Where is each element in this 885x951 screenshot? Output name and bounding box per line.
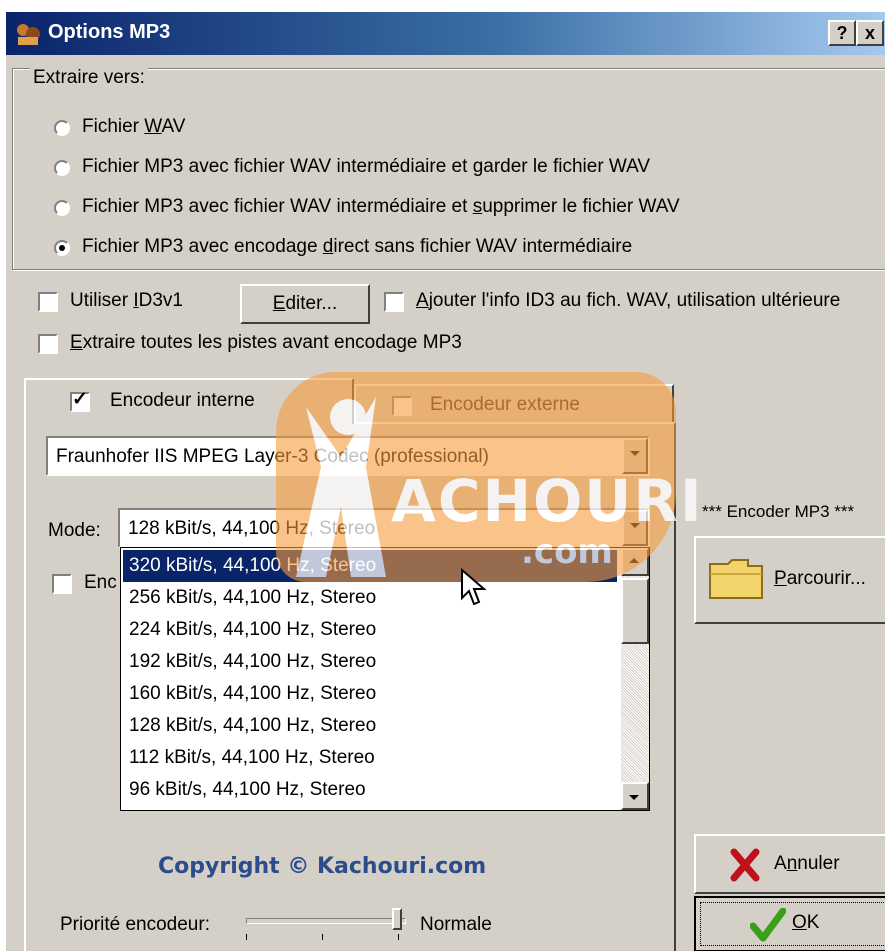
mode-option[interactable]: 96 kBit/s, 44,100 Hz, Stereo bbox=[123, 774, 617, 806]
mode-dropdown-button[interactable] bbox=[622, 510, 648, 546]
scroll-thumb[interactable] bbox=[621, 578, 649, 644]
radio-wav[interactable] bbox=[54, 120, 70, 136]
use-id3v1-label[interactable]: Utiliser ID3v1 bbox=[70, 290, 183, 312]
radio-mp3-direct[interactable] bbox=[54, 240, 70, 256]
cancel-button-label: Annuler bbox=[774, 853, 840, 874]
tab-internal-encoder-label: Encodeur interne bbox=[110, 390, 255, 411]
slider-tick bbox=[398, 934, 399, 940]
ok-checkmark-icon bbox=[750, 908, 786, 942]
options-mp3-dialog: Options MP3 ? x Extraire vers: Fichier W… bbox=[4, 10, 885, 951]
copyright-text: Copyright © Kachouri.com bbox=[158, 854, 487, 879]
folder-icon bbox=[709, 559, 763, 599]
cancel-button[interactable]: Annuler bbox=[694, 834, 885, 894]
codec-select[interactable]: Fraunhofer IIS MPEG Layer-3 Codec (profe… bbox=[46, 436, 650, 476]
ok-button-label: OK bbox=[792, 912, 820, 933]
encoder-mp3-label: *** Encoder MP3 *** bbox=[702, 502, 855, 521]
app-icon bbox=[17, 24, 40, 45]
radio-mp3-delete-wav[interactable] bbox=[54, 200, 70, 216]
use-id3v1-checkbox[interactable] bbox=[38, 292, 58, 312]
chevron-up-icon bbox=[629, 558, 639, 563]
radio-mp3-direct-label[interactable]: Fichier MP3 avec encodage direct sans fi… bbox=[82, 236, 632, 258]
add-id3-wav-checkbox[interactable] bbox=[384, 292, 404, 312]
close-button[interactable]: x bbox=[856, 20, 884, 46]
mode-select[interactable]: 128 kBit/s, 44,100 Hz, Stereo bbox=[118, 508, 650, 548]
tab-external-encoder-label: Encodeur externe bbox=[430, 394, 580, 415]
scroll-up-button[interactable] bbox=[621, 548, 649, 576]
chevron-down-icon bbox=[630, 523, 640, 528]
priority-value: Normale bbox=[420, 914, 492, 935]
mode-dropdown-list[interactable]: 320 kBit/s, 44,100 Hz, Stereo 256 kBit/s… bbox=[120, 547, 650, 811]
mode-select-value: 128 kBit/s, 44,100 Hz, Stereo bbox=[128, 518, 376, 539]
add-id3-wav-label[interactable]: Ajouter l'info ID3 au fich. WAV, utilisa… bbox=[416, 290, 840, 312]
codec-select-value: Fraunhofer IIS MPEG Layer-3 Codec (profe… bbox=[56, 446, 489, 467]
check-icon: ✓ bbox=[72, 389, 88, 410]
mode-option[interactable]: 256 kBit/s, 44,100 Hz, Stereo bbox=[123, 582, 617, 614]
radio-mp3-keep-wav-label[interactable]: Fichier MP3 avec fichier WAV intermédiai… bbox=[82, 156, 650, 178]
dropdown-scrollbar[interactable] bbox=[621, 548, 649, 810]
mode-label: Mode: bbox=[48, 520, 101, 541]
priority-slider-track[interactable] bbox=[246, 918, 406, 924]
mode-option[interactable]: 320 kBit/s, 44,100 Hz, Stereo bbox=[123, 550, 617, 582]
edit-id3-button[interactable]: Editer... bbox=[240, 284, 370, 324]
mouse-cursor-icon bbox=[461, 568, 487, 606]
radio-wav-label[interactable]: Fichier WAV bbox=[82, 116, 185, 138]
ok-button[interactable]: OK bbox=[694, 896, 885, 951]
internal-encoder-checkbox[interactable]: ✓ bbox=[70, 389, 90, 412]
tab-external-encoder[interactable]: Encodeur externe bbox=[354, 384, 674, 424]
radio-mp3-keep-wav[interactable] bbox=[54, 160, 70, 176]
browse-button-label: Parcourir... bbox=[774, 568, 866, 589]
scroll-down-button[interactable] bbox=[621, 782, 649, 810]
tab-internal-encoder[interactable]: ✓ Encodeur interne bbox=[24, 378, 354, 424]
mode-option[interactable]: 112 kBit/s, 44,100 Hz, Stereo bbox=[123, 742, 617, 774]
external-encoder-checkbox[interactable] bbox=[392, 396, 412, 416]
window-title: Options MP3 bbox=[48, 21, 171, 43]
cancel-x-icon bbox=[730, 848, 760, 882]
priority-slider-thumb[interactable] bbox=[392, 908, 402, 930]
extract-all-tracks-checkbox[interactable] bbox=[38, 334, 58, 354]
extract-all-tracks-label[interactable]: Extraire toutes les pistes avant encodag… bbox=[70, 332, 462, 354]
slider-tick bbox=[322, 934, 323, 940]
mode-option[interactable]: 224 kBit/s, 44,100 Hz, Stereo bbox=[123, 614, 617, 646]
extract-group-legend: Extraire vers: bbox=[30, 67, 148, 89]
codec-dropdown-button[interactable] bbox=[622, 438, 648, 474]
mode-option[interactable]: 160 kBit/s, 44,100 Hz, Stereo bbox=[123, 678, 617, 710]
slider-tick bbox=[246, 934, 247, 940]
chevron-down-icon bbox=[630, 451, 640, 456]
radio-mp3-delete-wav-label[interactable]: Fichier MP3 avec fichier WAV intermédiai… bbox=[82, 196, 680, 218]
priority-label: Priorité encodeur: bbox=[60, 914, 210, 935]
title-bar[interactable]: Options MP3 ? x bbox=[6, 12, 885, 55]
hidden-option-label: Enc bbox=[84, 572, 117, 593]
mode-option[interactable]: 128 kBit/s, 44,100 Hz, Stereo bbox=[123, 710, 617, 742]
mode-option[interactable]: 192 kBit/s, 44,100 Hz, Stereo bbox=[123, 646, 617, 678]
hidden-option-checkbox[interactable] bbox=[52, 574, 72, 594]
chevron-down-icon bbox=[629, 795, 639, 800]
help-button[interactable]: ? bbox=[828, 20, 856, 46]
browse-button[interactable]: Parcourir... bbox=[694, 536, 885, 624]
